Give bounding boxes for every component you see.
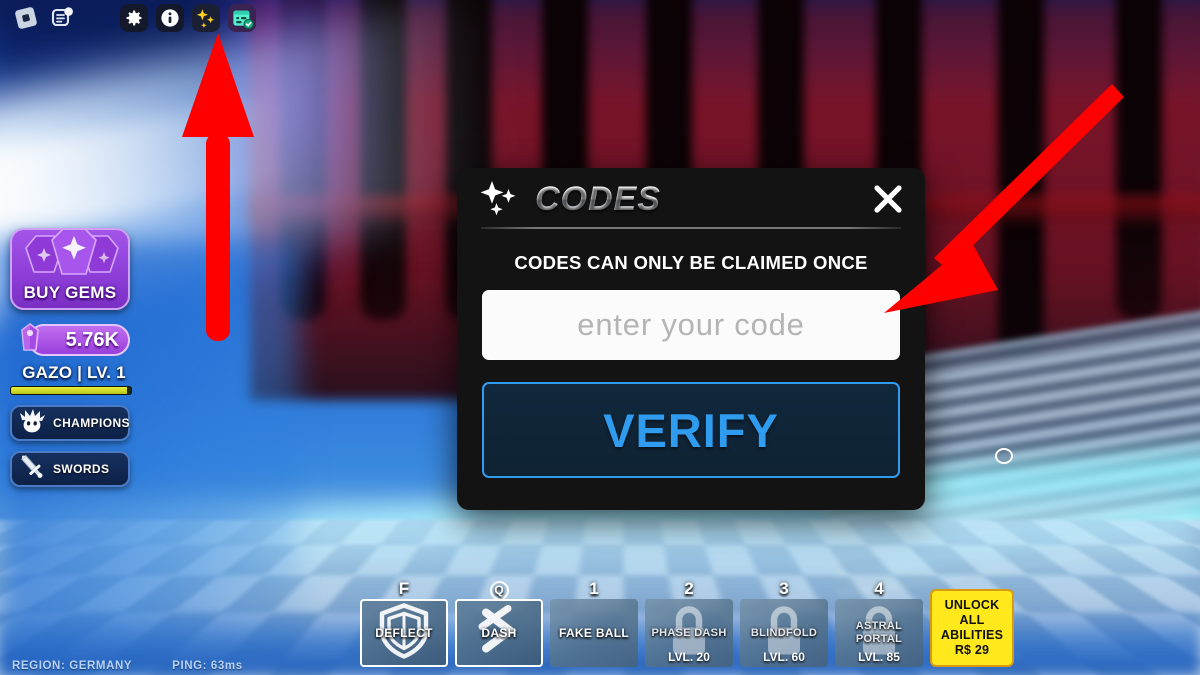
ability-unlock-level: LVL. 20 [645,650,733,664]
codes-modal-subtitle: CODES CAN ONLY BE CLAIMED ONCE [482,252,900,274]
codes-modal-body: CODES CAN ONLY BE CLAIMED ONCE VERIFY [457,230,925,478]
ability-key-label: Q [490,581,509,600]
mouse-cursor [995,448,1013,464]
ability-unlock-level: LVL. 85 [835,650,923,664]
top-toolbar [0,0,256,36]
gem-cluster-icon [12,228,130,282]
unlock-all-abilities-button[interactable]: UNLOCK ALL ABILITIES R$ 29 [930,589,1014,667]
swords-label: SWORDS [53,462,109,476]
ability-blindfold[interactable]: 3 BLINDFOLD LVL. 60 [740,578,828,667]
gem-counter[interactable]: 5.76K [10,322,130,358]
ability-name: DEFLECT [362,627,446,640]
codes-modal-header: CODES [457,168,925,230]
roblox-logo-icon[interactable] [12,4,40,32]
header-divider [481,227,901,229]
unlock-line-2: ALL [941,613,1003,628]
ability-key: F [360,578,448,599]
xp-bar-fill [11,387,127,394]
champion-head-icon [17,407,47,440]
ability-key: 4 [835,578,923,599]
codes-modal-title: CODES [535,180,661,219]
codes-sparkle-icon[interactable] [192,4,220,32]
player-name-level: GAZO | LV. 1 [10,363,138,383]
game-screenshot: BUY GEMS 5.76K GAZO | LV. 1 CHAMPIONS SW… [0,0,1200,675]
sword-icon [17,453,47,486]
gem-icon [10,320,50,360]
unlock-price: R$ 29 [941,643,1003,658]
ability-phase-dash[interactable]: 2 PHASE DASH LVL. 20 [645,578,733,667]
ability-key: Q [455,578,543,599]
ability-dash[interactable]: Q DASH [455,578,543,667]
ability-slot[interactable]: DEFLECT [360,599,448,667]
gem-count-value: 5.76K [66,329,119,352]
ability-name: FAKE BALL [550,627,638,640]
unlock-line-1: UNLOCK [941,598,1003,613]
xp-bar [10,386,132,395]
ability-fake-ball[interactable]: 1 FAKE BALL [550,578,638,667]
chat-icon[interactable] [48,4,76,32]
swords-button[interactable]: SWORDS [10,451,130,487]
daily-rewards-icon[interactable] [228,4,256,32]
ability-name: DASH [457,627,541,640]
unlock-line-3: ABILITIES [941,628,1003,643]
codes-modal: CODES CODES CAN ONLY BE CLAIMED ONCE VER… [457,168,925,510]
close-x-icon[interactable] [867,178,909,220]
ability-slot[interactable]: ASTRAL PORTAL LVL. 85 [835,599,923,667]
ability-deflect[interactable]: F DEFLECT [360,578,448,667]
ability-key: 1 [550,578,638,599]
code-input[interactable] [482,290,900,360]
ability-slot[interactable]: BLINDFOLD LVL. 60 [740,599,828,667]
buy-gems-button[interactable]: BUY GEMS [10,228,130,310]
left-hud: BUY GEMS 5.76K GAZO | LV. 1 CHAMPIONS SW… [10,228,132,487]
ability-slot[interactable]: PHASE DASH LVL. 20 [645,599,733,667]
champions-label: CHAMPIONS [53,416,130,430]
champions-button[interactable]: CHAMPIONS [10,405,130,441]
settings-gear-icon[interactable] [120,4,148,32]
ability-bar: F DEFLECT Q DASH 1 FAKE BALL 2 PHASE DAS… [360,578,1014,667]
ability-name: BLINDFOLD [740,627,828,640]
ability-name: PHASE DASH [645,627,733,640]
verify-button[interactable]: VERIFY [482,382,900,478]
ability-slot[interactable]: FAKE BALL [550,599,638,667]
ability-key: 2 [645,578,733,599]
ability-name: ASTRAL PORTAL [835,620,923,646]
status-bar: REGION: GERMANY PING: 63ms [12,657,243,675]
buy-gems-label: BUY GEMS [12,283,128,303]
sparkles-icon [479,179,525,219]
ability-key: 3 [740,578,828,599]
info-icon[interactable] [156,4,184,32]
ability-unlock-level: LVL. 60 [740,650,828,664]
ability-slot[interactable]: DASH [455,599,543,667]
ability-astral-portal[interactable]: 4 ASTRAL PORTAL LVL. 85 [835,578,923,667]
ping-status: PING: 63ms [172,660,243,672]
region-status: REGION: GERMANY [12,660,132,672]
